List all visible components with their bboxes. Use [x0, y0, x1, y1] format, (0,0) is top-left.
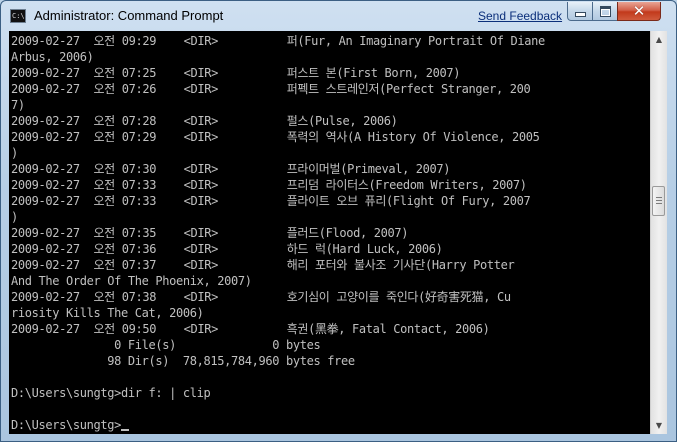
console-line: 2009-02-27 오전 07:30 <DIR> 프라이머벌(Primeval… — [11, 161, 545, 177]
scroll-up-arrow-icon[interactable]: ▲ — [651, 31, 667, 48]
console-line: 7) — [11, 97, 545, 113]
thumb-grip — [656, 203, 662, 204]
console-line-text: 2009-02-27 오전 07:36 <DIR> 하드 럭(Hard Luck… — [11, 242, 443, 256]
console-line-text: 2009-02-27 오전 07:30 <DIR> 프라이머벌(Primeval… — [11, 162, 451, 176]
console-line-text: 2009-02-27 오전 07:35 <DIR> 플러드(Flood, 200… — [11, 226, 409, 240]
console-line-text: Arbus, 2006) — [11, 50, 94, 64]
console-line-text: 2009-02-27 오전 07:28 <DIR> 펄스(Pulse, 2006… — [11, 114, 398, 128]
console-line: Arbus, 2006) — [11, 49, 545, 65]
console-line-text: 98 Dir(s) 78,815,784,960 bytes free — [11, 354, 355, 368]
console-line-text: riosity Kills The Cat, 2006) — [11, 306, 204, 320]
console-line-text: D:\Users\sungtg>dir f: | clip — [11, 386, 211, 400]
console-line-text: 2009-02-27 오전 07:38 <DIR> 호기심이 고양이를 죽인다(… — [11, 290, 511, 304]
close-icon: ✕ — [632, 1, 646, 20]
console-line: ) — [11, 145, 545, 161]
console-line-text: 2009-02-27 오전 09:50 <DIR> 흑권(黑拳, Fatal C… — [11, 322, 490, 336]
console-line-text: ) — [11, 210, 18, 224]
console-line: riosity Kills The Cat, 2006) — [11, 305, 545, 321]
console-line: 2009-02-27 오전 07:26 <DIR> 퍼펙트 스트레인저(Perf… — [11, 81, 545, 97]
console-line: 2009-02-27 오전 09:50 <DIR> 흑권(黑拳, Fatal C… — [11, 321, 545, 337]
console-line: 2009-02-27 오전 09:29 <DIR> 퍼(Fur, An Imag… — [11, 33, 545, 49]
command-prompt-window: C:\ Administrator: Command Prompt Send F… — [0, 0, 677, 442]
console-line: 2009-02-27 오전 07:38 <DIR> 호기심이 고양이를 죽인다(… — [11, 289, 545, 305]
console-line: 0 File(s) 0 bytes — [11, 337, 545, 353]
console-icon[interactable]: C:\ — [10, 9, 26, 23]
thumb-grip — [656, 200, 662, 201]
console-line: ) — [11, 209, 545, 225]
console-line-text: 2009-02-27 오전 07:33 <DIR> 플라이트 오브 퓨리(Fli… — [11, 194, 531, 208]
console-line-text: 2009-02-27 오전 07:33 <DIR> 프리덤 라이터스(Freed… — [11, 178, 527, 192]
console-line: D:\Users\sungtg> — [11, 417, 545, 433]
console-line: 98 Dir(s) 78,815,784,960 bytes free — [11, 353, 545, 369]
console-line-text: 2009-02-27 오전 07:37 <DIR> 해리 포터와 불사조 기사단… — [11, 258, 515, 272]
scroll-down-arrow-icon[interactable]: ▼ — [651, 417, 667, 434]
console-line: 2009-02-27 오전 07:37 <DIR> 해리 포터와 불사조 기사단… — [11, 257, 545, 273]
title-bar[interactable]: C:\ Administrator: Command Prompt Send F… — [1, 1, 676, 31]
window-title: Administrator: Command Prompt — [34, 8, 224, 23]
console-line-text: And The Order Of The Phoenix, 2007) — [11, 274, 252, 288]
console-line: 2009-02-27 오전 07:29 <DIR> 폭력의 역사(A Histo… — [11, 129, 545, 145]
scroll-thumb[interactable] — [652, 186, 665, 216]
console-line-text: 2009-02-27 오전 07:29 <DIR> 폭력의 역사(A Histo… — [11, 130, 540, 144]
text-cursor — [121, 429, 129, 431]
console-line-text: 0 File(s) 0 bytes — [11, 338, 321, 352]
console-line-text: 2009-02-27 오전 09:29 <DIR> 퍼(Fur, An Imag… — [11, 34, 545, 48]
thumb-grip — [656, 197, 662, 198]
console-output[interactable]: 2009-02-27 오전 09:29 <DIR> 퍼(Fur, An Imag… — [9, 31, 650, 434]
console-line-text: 2009-02-27 오전 07:26 <DIR> 퍼펙트 스트레인저(Perf… — [11, 82, 531, 96]
console-line: D:\Users\sungtg>dir f: | clip — [11, 385, 545, 401]
console-line: And The Order Of The Phoenix, 2007) — [11, 273, 545, 289]
console-line: 2009-02-27 오전 07:36 <DIR> 하드 럭(Hard Luck… — [11, 241, 545, 257]
console-line: 2009-02-27 오전 07:33 <DIR> 플라이트 오브 퓨리(Fli… — [11, 193, 545, 209]
console-line-text: 2009-02-27 오전 07:25 <DIR> 퍼스트 본(First Bo… — [11, 66, 461, 80]
send-feedback-link[interactable]: Send Feedback — [478, 9, 562, 23]
console-line: 2009-02-27 오전 07:35 <DIR> 플러드(Flood, 200… — [11, 225, 545, 241]
console-line-text: D:\Users\sungtg> — [11, 418, 121, 432]
minimize-button[interactable] — [567, 2, 593, 21]
console-line: 2009-02-27 오전 07:33 <DIR> 프리덤 라이터스(Freed… — [11, 177, 545, 193]
vertical-scrollbar[interactable]: ▲ ▼ — [650, 31, 667, 434]
console-line-text: 7) — [11, 98, 25, 112]
minimize-icon — [574, 12, 586, 17]
console-line-text: ) — [11, 146, 18, 160]
console-line: 2009-02-27 오전 07:28 <DIR> 펄스(Pulse, 2006… — [11, 113, 545, 129]
console-line: 2009-02-27 오전 07:25 <DIR> 퍼스트 본(First Bo… — [11, 65, 545, 81]
console-lines: 2009-02-27 오전 09:29 <DIR> 퍼(Fur, An Imag… — [11, 33, 545, 433]
maximize-button[interactable] — [592, 2, 618, 21]
maximize-icon — [599, 5, 611, 17]
close-button[interactable]: ✕ — [617, 2, 661, 21]
